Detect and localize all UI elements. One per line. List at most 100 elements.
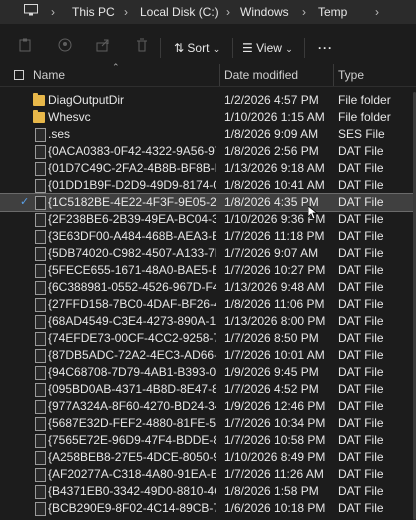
file-row[interactable]: DiagOutputDir 1/2/2026 4:57 PM File folder (0, 92, 416, 109)
file-date-modified: 1/7/2026 10:58 PM (224, 433, 326, 447)
file-row[interactable]: {5687E32D-FEF2-4880-81FE-5D8C5BE... 1/7/2… (0, 415, 416, 432)
file-name: {2F238BE6-2B39-49EA-BC04-3D95E56... (48, 212, 216, 226)
scrollbar[interactable] (412, 92, 416, 520)
file-type: File folder (338, 110, 391, 124)
sort-caret-icon: ⌃ (112, 62, 120, 72)
file-row[interactable]: {74EFDE73-00CF-4CC2-9258-770FAA9... 1/7/2… (0, 330, 416, 347)
file-type: DAT File (338, 246, 384, 260)
file-date-modified: 1/7/2026 10:01 AM (224, 348, 325, 362)
file-name: DiagOutputDir (48, 93, 125, 107)
file-name: {6C388981-0552-4526-967D-F4E708B... (48, 280, 216, 294)
file-row[interactable]: {01D7C49C-2FA2-4B8B-BF8B-EE344C3... 1/13/… (0, 160, 416, 177)
rename-icon[interactable] (58, 36, 72, 60)
clipboard-icon[interactable] (18, 36, 32, 60)
column-divider[interactable] (219, 64, 220, 86)
file-row[interactable]: {2F238BE6-2B39-49EA-BC04-3D95E56...1/10/… (0, 211, 416, 228)
delete-icon[interactable] (135, 36, 149, 60)
breadcrumb-windows[interactable]: Windows (240, 4, 289, 20)
address-bar[interactable]: › This PC › Local Disk (C:) › Windows › … (0, 0, 416, 24)
file-icon (35, 332, 46, 346)
file-name: {A258BEB8-27E5-4DCE-8050-9F5CBC... (48, 450, 216, 464)
file-date-modified: 1/10/2026 1:15 AM (224, 110, 325, 124)
file-name: {B4371EB0-3342-49D0-8810-4CC0121... (48, 484, 216, 498)
file-row[interactable]: {3E63DF00-A484-468B-AEA3-E62787... 1/7/20… (0, 228, 416, 245)
file-icon (35, 485, 46, 499)
file-row[interactable]: {5DB74020-C982-4507-A133-7EA06D... 1/7/20… (0, 245, 416, 262)
file-row[interactable]: {7565E72E-96D9-47F4-BDDE-8C36A0... 1/7/20… (0, 432, 416, 449)
file-row[interactable]: {A258BEB8-27E5-4DCE-8050-9F5CBC... 1/10/2… (0, 449, 416, 466)
file-icon (35, 281, 46, 295)
monitor-icon[interactable] (24, 4, 38, 20)
file-type: DAT File (338, 314, 384, 328)
file-name: {977A324A-8F60-4270-BD24-34E35B9... (48, 399, 216, 413)
file-date-modified: 1/9/2026 12:46 PM (224, 399, 326, 413)
breadcrumb-local-disk[interactable]: Local Disk (C:) (140, 4, 219, 20)
file-row[interactable]: {095BD0AB-4371-4B8D-8E47-802555... 1/7/20… (0, 381, 416, 398)
file-icon (35, 213, 46, 227)
file-row[interactable]: {27FFD158-7BC0-4DAF-BF26-4382AA... 1/8/20… (0, 296, 416, 313)
file-icon (35, 451, 46, 465)
file-row[interactable]: ✓{1C5182BE-4E22-4F3F-9E05-2D0AF89...1/8/… (0, 193, 416, 212)
file-date-modified: 1/7/2026 10:34 PM (224, 416, 326, 430)
file-date-modified: 1/7/2026 8:50 PM (224, 331, 319, 345)
file-row[interactable]: {68AD4549-C3E4-4273-890A-15C4D3... 1/13/2… (0, 313, 416, 330)
file-type: DAT File (338, 263, 384, 277)
file-date-modified: 1/7/2026 11:18 PM (224, 229, 325, 243)
file-type: DAT File (338, 331, 384, 345)
file-type: SES File (338, 127, 385, 141)
select-all-checkbox[interactable] (14, 69, 24, 83)
file-date-modified: 1/8/2026 9:09 AM (224, 127, 319, 141)
file-name: Whesvc (48, 110, 91, 124)
file-type: DAT File (338, 501, 384, 515)
column-divider[interactable] (333, 64, 334, 86)
column-header-name[interactable]: Name (33, 68, 65, 82)
column-header-type[interactable]: Type (338, 68, 364, 82)
row-checkbox-checked-icon[interactable]: ✓ (20, 197, 30, 208)
column-header-date[interactable]: Date modified (224, 68, 298, 82)
file-row[interactable]: {BCB290E9-8F02-4C14-89CB-76A61D... 1/6/20… (0, 500, 416, 517)
file-type: DAT File (338, 144, 384, 158)
share-icon[interactable] (96, 36, 110, 60)
breadcrumb-this-pc[interactable]: This PC (72, 4, 115, 20)
file-icon (35, 349, 46, 363)
file-row[interactable]: {0ACA0383-0F42-4322-9A56-977FC2F... 1/8/2… (0, 143, 416, 160)
chevron-right-icon: › (226, 5, 230, 19)
file-date-modified: 1/7/2026 4:52 PM (224, 382, 319, 396)
file-icon (35, 400, 46, 414)
view-button[interactable]: ☰ View ⌄ (242, 36, 293, 60)
file-row[interactable]: {87DB5ADC-72A2-4EC3-AD66-579C7... 1/7/202… (0, 347, 416, 364)
file-name: {01D7C49C-2FA2-4B8B-BF8B-EE344C3... (48, 161, 216, 175)
file-row[interactable]: {6C388981-0552-4526-967D-F4E708B... 1/13/… (0, 279, 416, 296)
file-type: DAT File (338, 433, 384, 447)
file-row[interactable]: {01DD1B9F-D2D9-49D9-8174-092636... 1/8/20… (0, 177, 416, 194)
file-date-modified: 1/7/2026 10:27 PM (224, 263, 326, 277)
file-icon (35, 128, 46, 142)
file-row[interactable]: {5FECE655-1671-48A0-BAE5-BFD1067... 1/7/2… (0, 262, 416, 279)
file-type: DAT File (338, 297, 384, 311)
file-row[interactable]: {94C68708-7D79-4AB1-B393-012D2F... 1/9/20… (0, 364, 416, 381)
file-name: {3E63DF00-A484-468B-AEA3-E62787... (48, 229, 216, 243)
file-type: DAT File (338, 195, 384, 209)
more-options-button[interactable]: ··· (318, 36, 333, 60)
file-name: {BCB290E9-8F02-4C14-89CB-76A61D... (48, 501, 216, 515)
file-type: DAT File (338, 178, 384, 192)
file-date-modified: 1/8/2026 1:58 PM (224, 484, 319, 498)
breadcrumb-temp[interactable]: Temp (318, 4, 347, 20)
toolbar-divider (304, 38, 305, 58)
file-type: DAT File (338, 229, 384, 243)
toolbar-divider (160, 38, 161, 58)
file-row[interactable]: .ses 1/8/2026 9:09 AM SES File (0, 126, 416, 143)
sort-button[interactable]: ⇅ Sort ⌄ (174, 36, 220, 60)
file-icon (35, 247, 46, 261)
chevron-right-icon: › (51, 5, 55, 19)
file-type: File folder (338, 93, 391, 107)
file-icon (35, 162, 46, 176)
chevron-right-icon[interactable]: › (375, 4, 379, 20)
file-row[interactable]: Whesvc 1/10/2026 1:15 AM File folder (0, 109, 416, 126)
file-name: {5FECE655-1671-48A0-BAE5-BFD1067... (48, 263, 216, 277)
file-row[interactable]: {B4371EB0-3342-49D0-8810-4CC0121... 1/8/2… (0, 483, 416, 500)
column-header: Name ⌃ Date modified Type (0, 62, 416, 87)
file-icon (35, 468, 46, 482)
file-row[interactable]: {977A324A-8F60-4270-BD24-34E35B9... 1/9/2… (0, 398, 416, 415)
file-row[interactable]: {AF20277A-C318-4A80-91EA-E5ED05... 1/7/20… (0, 466, 416, 483)
